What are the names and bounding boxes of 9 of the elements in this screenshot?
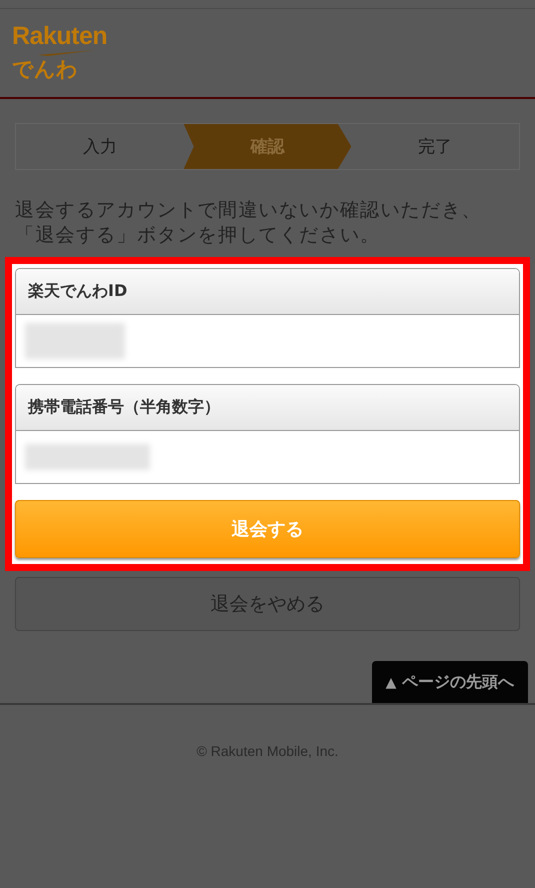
field-label: 携帯電話番号（半角数字）: [16, 385, 519, 432]
withdraw-button[interactable]: 退会する: [15, 500, 520, 558]
swoosh-icon: [38, 50, 96, 56]
step-label: 入力: [82, 136, 118, 159]
brand-logo-text: Rakuten: [12, 24, 108, 50]
back-to-top-button[interactable]: ▲ ページの先頭へ: [372, 661, 528, 704]
step-label: 完了: [417, 136, 454, 159]
field-label: 楽天でんわID: [16, 269, 519, 316]
service-logo-text: でんわ: [12, 58, 79, 82]
